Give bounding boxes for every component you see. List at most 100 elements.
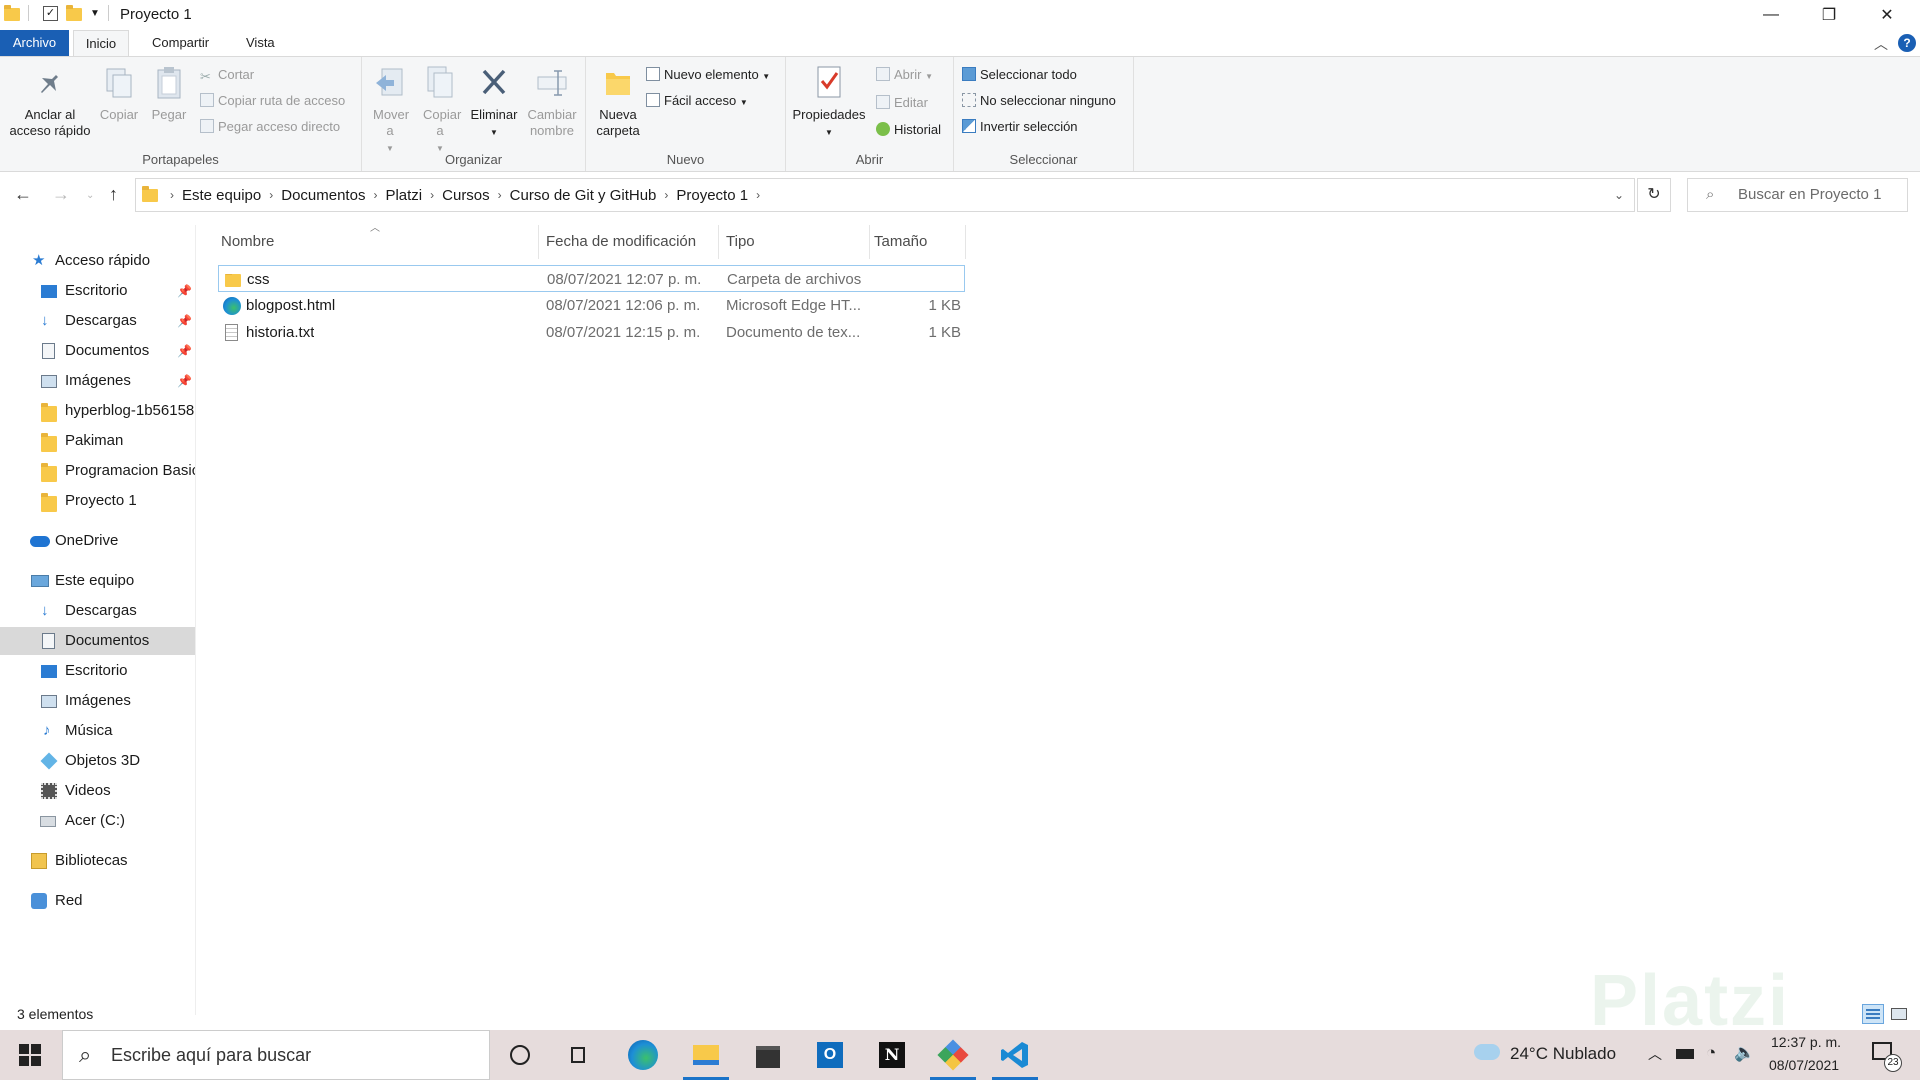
pin-quick-access-button[interactable]: Anclar al acceso rápido <box>4 65 96 139</box>
taskbar-git-gui[interactable] <box>930 1039 976 1080</box>
taskbar-search-input[interactable]: ⌕ Escribe aquí para buscar <box>62 1030 490 1080</box>
address-bar[interactable]: › Este equipo › Documentos › Platzi › Cu… <box>135 178 1635 212</box>
nav-pc-escritorio[interactable]: Escritorio <box>0 657 195 685</box>
nav-pc-videos[interactable]: Videos <box>0 777 195 805</box>
taskbar-vscode[interactable] <box>992 1040 1038 1080</box>
minimize-button[interactable]: — <box>1742 0 1800 30</box>
new-item-button[interactable]: Nuevo elemento ▼ <box>646 65 770 85</box>
clock-time[interactable]: 12:37 p. m. <box>1771 1034 1841 1050</box>
volume-icon[interactable]: 🔈 <box>1734 1043 1755 1063</box>
taskbar-edge[interactable] <box>628 1040 658 1070</box>
task-view-button[interactable] <box>566 1040 596 1070</box>
nav-pc-objetos-3d[interactable]: Objetos 3D <box>0 747 195 775</box>
breadcrumb-cursos[interactable]: Cursos <box>442 187 490 204</box>
copy-to-button[interactable]: Copiar a ▼ <box>417 65 463 157</box>
forward-arrow-icon[interactable]: → <box>52 184 70 205</box>
nav-network[interactable]: Red <box>0 887 195 915</box>
notifications-button[interactable]: 23 <box>1872 1042 1902 1072</box>
paste-button[interactable]: Pegar <box>146 65 192 123</box>
breadcrumb-proyecto-1[interactable]: Proyecto 1 <box>676 187 748 204</box>
tab-compartir[interactable]: Compartir <box>140 30 221 56</box>
file-row[interactable]: css 08/07/2021 12:07 p. m. Carpeta de ar… <box>218 265 965 292</box>
edit-button[interactable]: Editar <box>876 93 928 113</box>
nav-quick-proyecto-1[interactable]: Proyecto 1 <box>0 487 195 515</box>
delete-button[interactable]: Eliminar ▼ <box>469 65 519 141</box>
large-icons-view-icon <box>1891 1008 1907 1020</box>
breadcrumb-platzi[interactable]: Platzi <box>385 187 422 204</box>
nav-pc-imagenes[interactable]: Imágenes <box>0 687 195 715</box>
taskbar-outlook[interactable]: O <box>815 1040 845 1070</box>
cortana-button[interactable] <box>505 1040 535 1070</box>
nav-pc-drive-c[interactable]: Acer (C:) <box>0 807 195 835</box>
file-row[interactable]: blogpost.html 08/07/2021 12:06 p. m. Mic… <box>218 292 965 319</box>
nav-quick-programacion[interactable]: Programacion Basic <box>0 457 195 485</box>
up-arrow-icon[interactable]: ↑ <box>109 184 118 205</box>
details-view-button[interactable] <box>1862 1004 1884 1024</box>
nav-pc-descargas[interactable]: ↓ Descargas <box>0 597 195 625</box>
weather-icon[interactable] <box>1474 1044 1500 1060</box>
weather-widget[interactable]: 24°C Nublado <box>1510 1044 1616 1064</box>
new-folder-icon[interactable] <box>66 5 82 21</box>
column-header-size[interactable]: Tamaño <box>871 225 966 259</box>
nav-this-pc[interactable]: Este equipo <box>0 567 195 595</box>
tab-inicio[interactable]: Inicio <box>73 30 129 56</box>
nav-quick-pakiman[interactable]: Pakiman <box>0 427 195 455</box>
properties-check-icon[interactable]: ✓ <box>43 5 58 21</box>
taskbar-notion[interactable]: N <box>877 1040 907 1070</box>
tab-vista[interactable]: Vista <box>234 30 287 56</box>
address-dropdown-icon[interactable]: ⌄ <box>1614 188 1624 202</box>
nav-onedrive[interactable]: OneDrive <box>0 527 195 555</box>
help-icon[interactable]: ? <box>1898 34 1916 52</box>
copy-button[interactable]: Copiar <box>96 65 142 123</box>
collapse-ribbon-icon[interactable]: ︿ <box>1874 34 1888 54</box>
breadcrumb-este-equipo[interactable]: Este equipo <box>182 187 261 204</box>
nav-pc-musica[interactable]: ♪ Música <box>0 717 195 745</box>
cut-button[interactable]: ✂ Cortar <box>200 65 254 85</box>
taskbar-store[interactable] <box>753 1040 783 1070</box>
taskbar-file-explorer[interactable] <box>683 1040 729 1080</box>
move-to-button[interactable]: Mover a ▼ <box>367 65 413 157</box>
nav-quick-hyperblog[interactable]: hyperblog-1b56158 <box>0 397 195 425</box>
large-icons-view-button[interactable] <box>1888 1004 1910 1024</box>
wifi-icon[interactable]: ◔ <box>1706 1043 1716 1063</box>
search-input[interactable]: ⌕ Buscar en Proyecto 1 <box>1687 178 1908 212</box>
close-button[interactable]: ✕ <box>1858 0 1916 30</box>
column-header-type[interactable]: Tipo <box>723 225 870 259</box>
new-folder-button[interactable]: Nueva carpeta <box>590 65 646 139</box>
open-button[interactable]: Abrir ▼ <box>876 65 933 85</box>
column-header-name[interactable]: Nombre <box>218 225 539 259</box>
breadcrumb-curso-git[interactable]: Curso de Git y GitHub <box>510 187 657 204</box>
nav-quick-escritorio[interactable]: Escritorio 📌 <box>0 277 195 305</box>
task-view-icon <box>571 1047 585 1063</box>
rename-button[interactable]: Cambiar nombre <box>522 65 582 139</box>
invert-selection-button[interactable]: Invertir selección <box>962 117 1078 137</box>
battery-icon[interactable] <box>1676 1049 1694 1059</box>
back-arrow-icon[interactable]: ← <box>14 184 32 205</box>
tab-archivo[interactable]: Archivo <box>0 30 69 56</box>
column-header-modified[interactable]: Fecha de modificación <box>543 225 719 259</box>
properties-icon <box>813 65 845 101</box>
nav-quick-documentos[interactable]: Documentos 📌 <box>0 337 195 365</box>
show-hidden-icons-chevron-icon[interactable]: ︿ <box>1648 1044 1662 1064</box>
select-all-button[interactable]: Seleccionar todo <box>962 65 1077 85</box>
paste-shortcut-button[interactable]: Pegar acceso directo <box>200 117 340 137</box>
refresh-button[interactable]: ↻ <box>1637 178 1671 212</box>
nav-pc-documentos[interactable]: Documentos <box>0 627 195 655</box>
clock-date[interactable]: 08/07/2021 <box>1769 1057 1839 1073</box>
nav-quick-imagenes[interactable]: Imágenes 📌 <box>0 367 195 395</box>
easy-access-button[interactable]: Fácil acceso ▼ <box>646 91 748 111</box>
copy-path-button[interactable]: Copiar ruta de acceso <box>200 91 345 111</box>
file-row[interactable]: historia.txt 08/07/2021 12:15 p. m. Docu… <box>218 319 965 346</box>
properties-button[interactable]: Propiedades ▼ <box>790 65 868 141</box>
nav-quick-access[interactable]: ★ Acceso rápido <box>0 247 195 275</box>
history-button[interactable]: Historial <box>876 120 941 140</box>
start-button[interactable] <box>0 1030 60 1080</box>
breadcrumb-documentos[interactable]: Documentos <box>281 187 365 204</box>
restore-button[interactable]: ❐ <box>1800 0 1858 30</box>
new-folder-icon <box>602 65 634 101</box>
customize-toolbar-icon[interactable]: ▼ <box>90 8 100 19</box>
nav-libraries[interactable]: Bibliotecas <box>0 847 195 875</box>
recent-locations-chevron-icon[interactable]: ⌄ <box>86 190 94 201</box>
nav-quick-descargas[interactable]: ↓ Descargas 📌 <box>0 307 195 335</box>
select-none-button[interactable]: No seleccionar ninguno <box>962 91 1116 111</box>
